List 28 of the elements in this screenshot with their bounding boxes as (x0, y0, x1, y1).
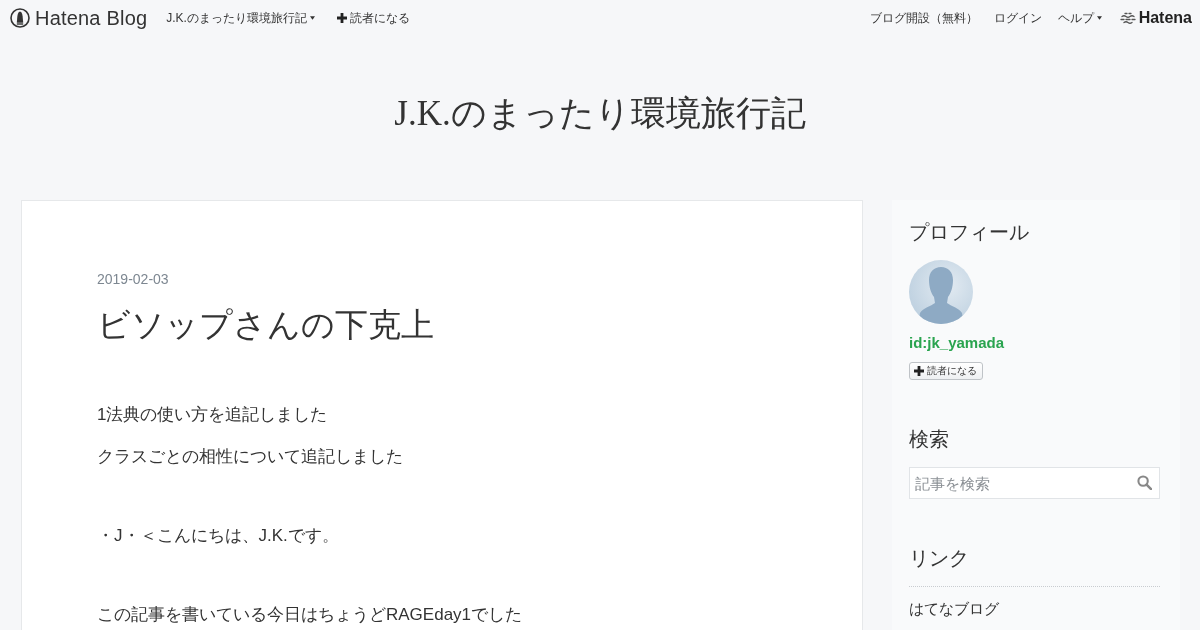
user-silhouette-icon (909, 260, 973, 324)
subscribe-button[interactable]: 読者になる (909, 362, 983, 380)
plus-icon (914, 366, 924, 376)
entry-date[interactable]: 2019-02-03 (97, 269, 169, 289)
section-heading: 検索 (909, 427, 949, 452)
paragraph: ・J・＜こんにちは、J.K.です。 (97, 525, 339, 547)
nav-link[interactable]: ログイン (993, 10, 1042, 26)
blog-title[interactable]: J.K.のまったり環境旅行記 (394, 94, 806, 133)
paragraph: クラスごとの相性について追記しました (97, 446, 403, 468)
caret-icon (1096, 16, 1102, 20)
paragraph: 1法典の使い方を追記しました (97, 404, 328, 426)
paragraph: この記事を書いている今日はちょうどRAGEday1でした (97, 604, 523, 626)
section-heading: プロフィール (909, 220, 1029, 245)
search-icon[interactable] (1137, 475, 1152, 490)
sidebar-link[interactable]: はてなブログ (909, 586, 1160, 630)
plus-icon (336, 13, 347, 23)
hatena-logo[interactable]: Hatena (1119, 8, 1192, 28)
entry-title[interactable]: ビソップさんの下克上 (97, 303, 434, 347)
wave-lines-icon (1119, 12, 1136, 24)
dropdown-link[interactable]: J.K.のまったり環境旅行記 (166, 10, 315, 26)
hatena-blog-logo[interactable]: Hatena Blog (10, 6, 148, 30)
dropdown-link[interactable]: ヘルプ (1057, 10, 1102, 26)
nav-link[interactable]: ブログ開設（無料） (869, 10, 978, 26)
pen-nib-icon (10, 8, 30, 28)
caret-icon (309, 16, 315, 20)
search-field[interactable]: 記事を検索 (909, 467, 1160, 499)
subscribe-link[interactable]: 読者になる (336, 10, 410, 26)
section-heading: リンク (909, 546, 969, 571)
